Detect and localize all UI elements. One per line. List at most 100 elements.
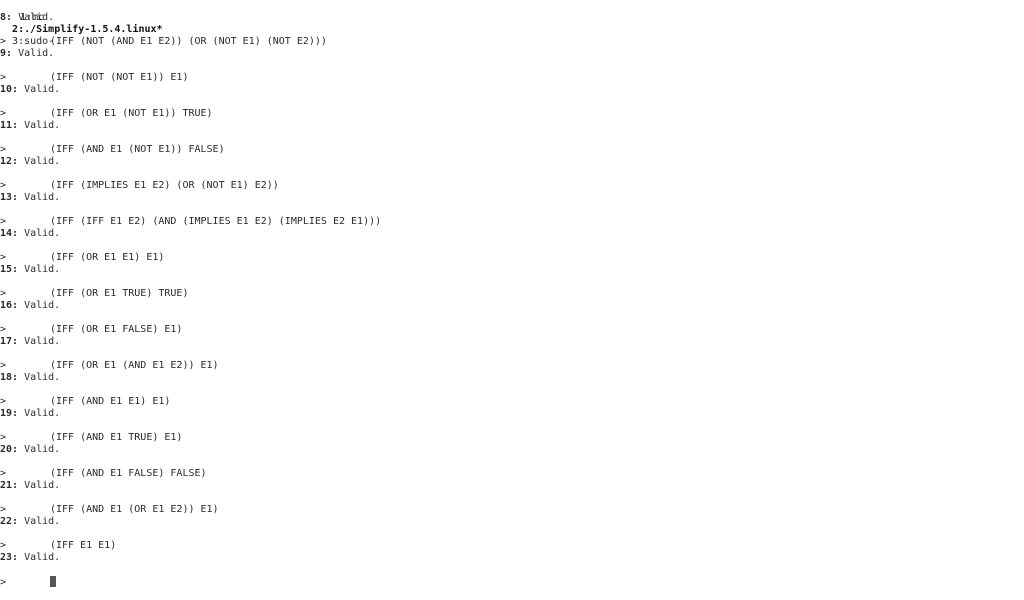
prompt-symbol: >: [0, 577, 7, 588]
prompt-symbol: >: [0, 108, 7, 119]
result-text: Valid.: [18, 408, 61, 419]
prompt-symbol: >: [0, 36, 7, 47]
result-number: 23:: [0, 552, 19, 563]
result-line: 19: Valid.: [0, 408, 1024, 420]
command-line: > (IFF (IMPLIES E1 E2) (OR (NOT E1) E2)): [0, 180, 1024, 192]
result-text: Valid.: [12, 12, 55, 23]
command-line: > (IFF (IFF E1 E2) (AND (IMPLIES E1 E2) (…: [0, 216, 1024, 228]
command-line: > (IFF (OR E1 TRUE) TRUE): [0, 288, 1024, 300]
command-text: (IFF (NOT (AND E1 E2)) (OR (NOT E1) (NOT…: [50, 36, 327, 47]
command-text: (IFF (AND E1 FALSE) FALSE): [50, 468, 207, 479]
terminal-output[interactable]: 8: Valid. > (IFF (NOT (AND E1 E2)) (OR (N…: [0, 12, 1024, 588]
result-number: 13:: [0, 192, 19, 203]
command-text: (IFF (NOT (NOT E1)) E1): [50, 72, 189, 83]
result-text: Valid.: [12, 48, 55, 59]
command-text: (IFF E1 E1): [50, 540, 117, 551]
result-number: 17:: [0, 336, 19, 347]
result-text: Valid.: [18, 84, 61, 95]
command-text: (IFF (AND E1 (OR E1 E2)) E1): [50, 504, 219, 515]
result-text: Valid.: [18, 480, 61, 491]
command-text: (IFF (OR E1 (NOT E1)) TRUE): [50, 108, 213, 119]
command-text: (IFF (OR E1 E1) E1): [50, 252, 165, 263]
command-line: > (IFF (AND E1 TRUE) E1): [0, 432, 1024, 444]
result-line: 15: Valid.: [0, 264, 1024, 276]
prompt-symbol: >: [0, 180, 7, 191]
result-line: 13: Valid.: [0, 192, 1024, 204]
result-text: Valid.: [18, 264, 61, 275]
result-number: 19:: [0, 408, 19, 419]
result-line: 22: Valid.: [0, 516, 1024, 528]
command-line: > (IFF (OR E1 (NOT E1)) TRUE): [0, 108, 1024, 120]
result-text: Valid.: [18, 552, 61, 563]
command-text: (IFF (AND E1 TRUE) E1): [50, 432, 183, 443]
result-line: 10: Valid.: [0, 84, 1024, 96]
prompt-symbol: >: [0, 288, 7, 299]
prompt-symbol: >: [0, 468, 7, 479]
result-number: 18:: [0, 372, 19, 383]
terminal-tab-bar: 1:mc 2:./Simplify-1.5.4.linux* 3:sudo-: [0, 0, 177, 47]
result-line: 23: Valid.: [0, 552, 1024, 564]
prompt-symbol: >: [0, 252, 7, 263]
result-number: 15:: [0, 264, 19, 275]
result-text: Valid.: [18, 372, 61, 383]
command-line: > (IFF (OR E1 FALSE) E1): [0, 324, 1024, 336]
result-text: Valid.: [18, 336, 61, 347]
result-number: 20:: [0, 444, 19, 455]
input-line[interactable]: >: [0, 576, 1024, 588]
result-number: 9:: [0, 48, 13, 59]
result-number: 12:: [0, 156, 19, 167]
result-line: 20: Valid.: [0, 444, 1024, 456]
result-line: 8: Valid.: [0, 12, 1024, 24]
result-number: 10:: [0, 84, 19, 95]
command-text: (IFF (OR E1 (AND E1 E2)) E1): [50, 360, 219, 371]
result-text: Valid.: [18, 516, 61, 527]
prompt-symbol: >: [0, 396, 7, 407]
prompt-symbol: >: [0, 504, 7, 515]
text-cursor: [50, 576, 56, 587]
result-text: Valid.: [18, 444, 61, 455]
prompt-symbol: >: [0, 216, 7, 227]
result-line: 21: Valid.: [0, 480, 1024, 492]
command-line: > (IFF (AND E1 (NOT E1)) FALSE): [0, 144, 1024, 156]
result-line: 18: Valid.: [0, 372, 1024, 384]
command-text: (IFF (AND E1 E1) E1): [50, 396, 171, 407]
command-text: (IFF (IMPLIES E1 E2) (OR (NOT E1) E2)): [50, 180, 279, 191]
result-number: 22:: [0, 516, 19, 527]
prompt-symbol: >: [0, 540, 7, 551]
command-text: (IFF (IFF E1 E2) (AND (IMPLIES E1 E2) (I…: [50, 216, 382, 227]
result-number: 8:: [0, 12, 13, 23]
command-text: (IFF (OR E1 FALSE) E1): [50, 324, 183, 335]
command-text: (IFF (AND E1 (NOT E1)) FALSE): [50, 144, 225, 155]
result-number: 16:: [0, 300, 19, 311]
result-line: 16: Valid.: [0, 300, 1024, 312]
result-text: Valid.: [18, 156, 61, 167]
prompt-symbol: >: [0, 324, 7, 335]
command-text: (IFF (OR E1 TRUE) TRUE): [50, 288, 189, 299]
result-line: 11: Valid.: [0, 120, 1024, 132]
prompt-symbol: >: [0, 144, 7, 155]
result-line: 17: Valid.: [0, 336, 1024, 348]
command-line: > (IFF (NOT (NOT E1)) E1): [0, 72, 1024, 84]
result-text: Valid.: [18, 120, 61, 131]
result-text: Valid.: [18, 300, 61, 311]
result-number: 14:: [0, 228, 19, 239]
prompt-symbol: >: [0, 72, 7, 83]
result-number: 11:: [0, 120, 19, 131]
command-line: > (IFF (AND E1 E1) E1): [0, 396, 1024, 408]
result-line: 9: Valid.: [0, 48, 1024, 60]
command-line: > (IFF (AND E1 (OR E1 E2)) E1): [0, 504, 1024, 516]
